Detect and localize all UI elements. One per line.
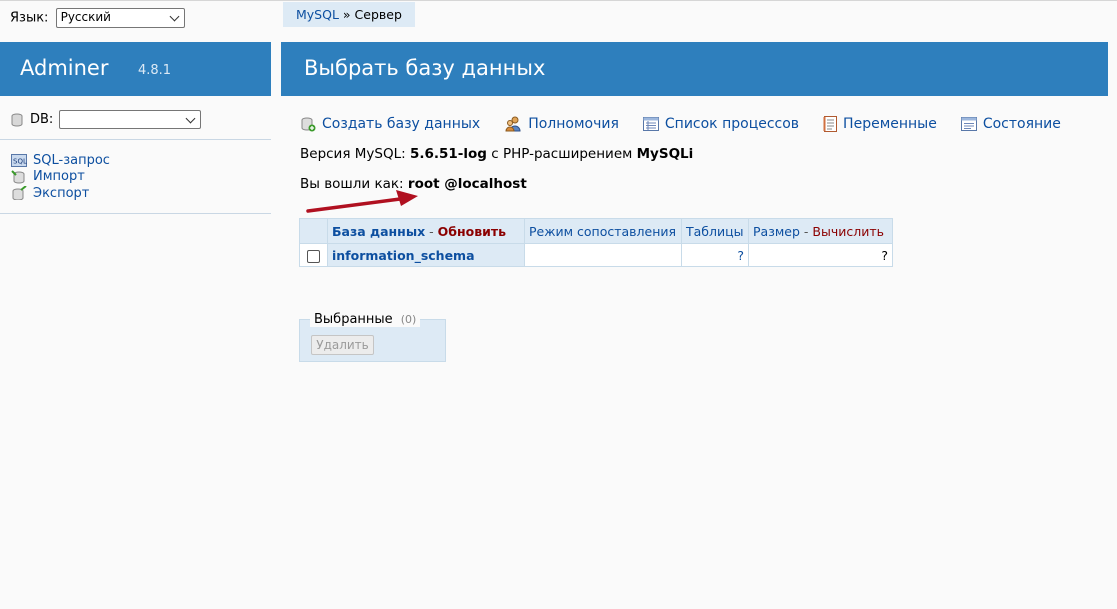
breadcrumb: MySQL » Сервер	[283, 2, 415, 27]
create-database-link[interactable]: Создать базу данных	[300, 116, 480, 132]
sidebar-divider	[0, 139, 271, 140]
sidebar-item-sql[interactable]: SQL SQL-запрос	[11, 152, 110, 169]
delete-button[interactable]: Удалить	[311, 335, 374, 355]
collation-header-label: Режим сопоставления	[529, 223, 677, 239]
version-prefix: Версия MySQL:	[300, 146, 410, 162]
table-row: information_schema ? ?	[299, 243, 893, 267]
status-label[interactable]: Состояние	[983, 116, 1061, 132]
sql-icon: SQL	[11, 153, 27, 167]
privileges-label[interactable]: Полномочия	[528, 116, 619, 132]
breadcrumb-separator: »	[338, 7, 355, 22]
column-collation[interactable]: Режим сопоставления	[524, 218, 682, 244]
database-header-label: База данных	[332, 223, 426, 239]
version-middle: с PHP-расширением	[486, 146, 637, 162]
language-select[interactable]: Русский	[55, 8, 185, 28]
version-info: Версия MySQL: 5.6.51-log с PHP-расширени…	[300, 146, 693, 162]
db-select-row: DB:	[10, 110, 202, 129]
create-db-icon	[301, 117, 316, 132]
sidebar-item-export-label[interactable]: Экспорт	[33, 186, 89, 201]
app-version: 4.8.1	[138, 63, 172, 78]
selected-legend: Выбранные (0)	[310, 312, 421, 327]
chevron-down-icon	[185, 113, 196, 124]
language-selected-value: Русский	[60, 10, 111, 24]
process-list-icon	[642, 117, 659, 131]
breadcrumb-current: Сервер	[354, 7, 402, 22]
database-name-cell: information_schema	[327, 243, 525, 267]
svg-text:SQL: SQL	[13, 157, 27, 165]
column-size: Размер - Вычислить	[748, 218, 893, 244]
database-name-link[interactable]: information_schema	[332, 248, 475, 263]
row-checkbox-cell	[299, 243, 328, 267]
sidebar-divider	[0, 213, 271, 214]
collation-cell	[524, 243, 682, 267]
sidebar-item-import[interactable]: Импорт	[11, 169, 110, 186]
language-label: Язык:	[10, 10, 49, 26]
selected-count: (0)	[400, 313, 417, 326]
create-database-label[interactable]: Создать базу данных	[322, 116, 480, 132]
sidebar-item-sql-label[interactable]: SQL-запрос	[33, 153, 110, 168]
php-extension: MySQLi	[636, 146, 694, 162]
row-checkbox[interactable]	[307, 249, 320, 263]
size-cell: ?	[748, 243, 893, 267]
app-name-link[interactable]: Adminer	[20, 56, 108, 80]
select-all-header	[299, 218, 328, 244]
title-bar: Выбрать базу данных	[281, 42, 1108, 96]
selected-legend-label: Выбранные	[314, 312, 393, 327]
breadcrumb-mysql-link[interactable]: MySQL	[296, 7, 339, 22]
process-list-label[interactable]: Список процессов	[665, 116, 799, 132]
selected-fieldset: Выбранные (0) Удалить	[299, 312, 446, 362]
database-icon	[11, 113, 23, 126]
logo-bar: Adminer 4.8.1	[0, 42, 271, 96]
databases-table: База данных - Обновить Режим сопоставлен…	[299, 218, 893, 267]
status-link[interactable]: Состояние	[960, 116, 1061, 132]
sidebar-links: SQL SQL-запрос Импорт Экспорт	[11, 152, 110, 202]
top-border	[0, 0, 1117, 1]
variables-link[interactable]: Переменные	[823, 116, 937, 132]
chevron-down-icon	[169, 11, 180, 22]
server-actions: Создать базу данных Полномочия Список пр…	[300, 116, 1085, 132]
mysql-version: 5.6.51-log	[409, 146, 487, 162]
refresh-link[interactable]: Обновить	[438, 224, 506, 239]
status-icon	[960, 117, 977, 131]
size-header-label: Размер	[753, 223, 800, 239]
import-icon	[11, 170, 25, 184]
sidebar-item-import-label[interactable]: Импорт	[33, 169, 85, 184]
users-icon	[505, 116, 521, 132]
compute-link[interactable]: Вычислить	[812, 224, 884, 239]
red-arrow-annotation	[306, 190, 418, 213]
process-list-link[interactable]: Список процессов	[642, 116, 799, 132]
page-title: Выбрать базу данных	[304, 56, 546, 80]
table-header-row: База данных - Обновить Режим сопоставлен…	[299, 218, 893, 244]
tables-count-cell: ?	[681, 243, 749, 267]
tables-count-link[interactable]: ?	[737, 248, 744, 263]
tables-header-label: Таблицы	[686, 223, 744, 239]
db-select[interactable]	[59, 110, 202, 129]
header-separator: -	[425, 223, 438, 239]
sidebar-item-export[interactable]: Экспорт	[11, 185, 110, 202]
privileges-link[interactable]: Полномочия	[504, 116, 619, 132]
language-selector: Язык: Русский	[10, 8, 185, 28]
variables-icon	[823, 116, 838, 132]
db-label: DB:	[30, 112, 54, 127]
header-separator: -	[799, 223, 813, 239]
variables-label[interactable]: Переменные	[843, 116, 937, 132]
column-tables[interactable]: Таблицы	[681, 218, 749, 244]
column-database: База данных - Обновить	[327, 218, 525, 244]
export-icon	[12, 186, 27, 201]
